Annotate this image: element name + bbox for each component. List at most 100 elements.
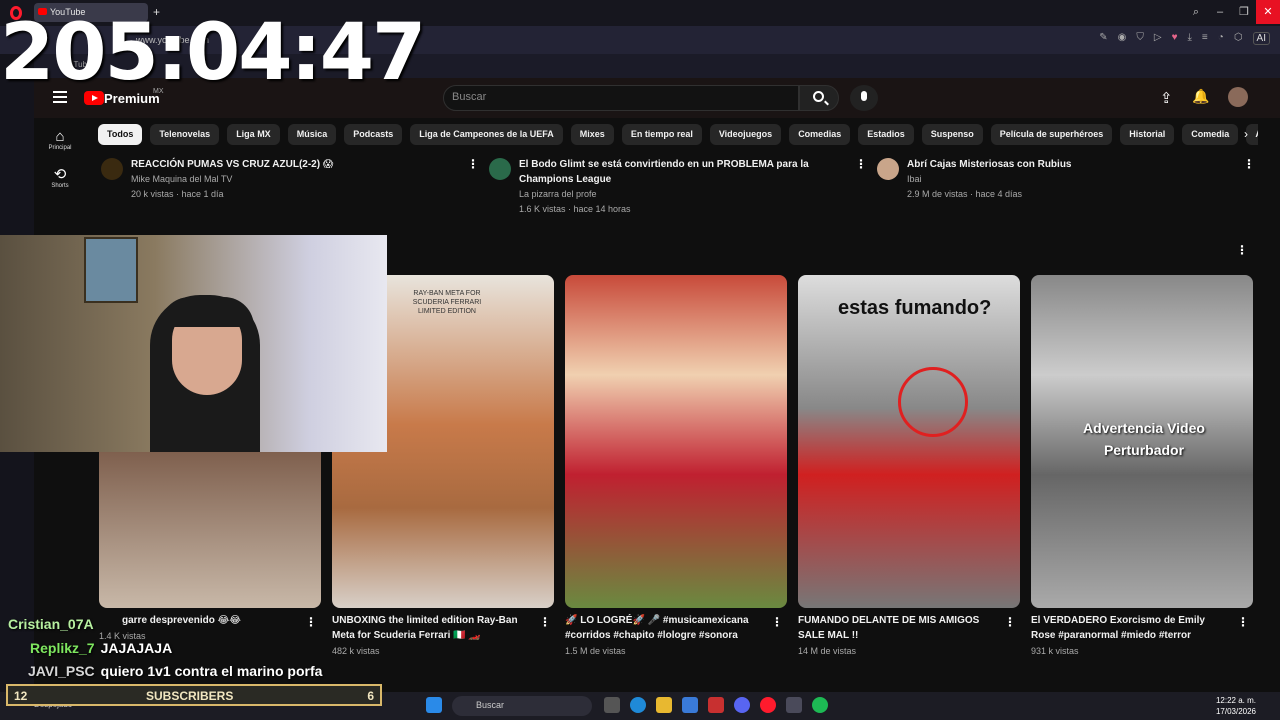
more-options-icon[interactable]: ⋮ [771, 615, 783, 629]
shield-icon[interactable]: ⛉ [1136, 32, 1144, 45]
shorts-more-options-icon[interactable]: ⋮ [1236, 243, 1248, 257]
opera-gx-icon[interactable] [786, 697, 802, 713]
chat-message: Cristian_07A [8, 616, 94, 632]
headset [160, 297, 254, 327]
home-icon: ⌂ [55, 128, 65, 145]
chip-7[interactable]: En tiempo real [621, 124, 702, 145]
upload-icon[interactable]: ⇪ [1160, 89, 1173, 107]
side-nav: ⌂ Principal ⟲ Shorts [40, 128, 80, 203]
short-title[interactable]: 🚀 LO LOGRÉ🚀 🎤 #musicamexicana #corridos … [565, 613, 765, 643]
more-options-icon[interactable]: ⋮ [1004, 615, 1016, 629]
video-title[interactable]: REACCIÓN PUMAS VS CRUZ AZUL(2-2) 😱 [131, 157, 431, 172]
chip-10[interactable]: Estadios [858, 124, 914, 145]
cube-icon[interactable]: ⬡ [1234, 32, 1243, 45]
channel-avatar[interactable] [877, 158, 899, 180]
video-title[interactable]: Abrí Cajas Misteriosas con Rubius [907, 157, 1207, 172]
chip-0[interactable]: Todos [98, 124, 143, 145]
search-input[interactable]: Buscar [443, 85, 799, 111]
folder-icon[interactable] [656, 697, 672, 713]
microphone-button[interactable] [850, 85, 878, 111]
video-title[interactable]: El Bodo Glimt se está convirtiendo en un… [519, 157, 819, 187]
system-clock[interactable]: 12:22 a. m. 17/03/2026 [1216, 695, 1256, 717]
download-icon[interactable]: ⤓ [1188, 32, 1192, 45]
heart-icon[interactable]: ♥ [1172, 32, 1178, 45]
store-icon[interactable] [682, 697, 698, 713]
avatar[interactable] [1228, 87, 1248, 107]
channel-name[interactable]: Ibai [907, 172, 922, 187]
search-button[interactable] [799, 85, 839, 111]
short-title[interactable]: FUMANDO DELANTE DE MIS AMIGOS SALE MAL !… [798, 613, 998, 643]
extension-icons: ✎ ◉ ⛉ ▷ ♥ ⤓ ≡ ◔ ⬡ AI [1099, 32, 1270, 45]
video-meta: 1.6 K vistas · hace 14 horas [519, 204, 631, 214]
nav-label: Principal [48, 145, 72, 151]
menu-icon[interactable]: ≡ [1202, 32, 1208, 45]
chip-12[interactable]: Película de superhéroes [990, 124, 1113, 145]
wall-picture [84, 237, 138, 303]
search-icon [813, 91, 824, 102]
chip-9[interactable]: Comedias [789, 124, 851, 145]
channel-avatar[interactable] [101, 158, 123, 180]
nav-shorts[interactable]: ⟲ Shorts [40, 165, 80, 189]
short-title[interactable]: garre desprevenido 😂😂 [122, 613, 322, 628]
more-options-icon[interactable]: ⋮ [1237, 615, 1249, 629]
bell-icon[interactable]: 🔔 [1192, 88, 1209, 105]
chat-text: JAJAJAJA [100, 640, 173, 656]
user-icon[interactable]: ◔ [1218, 32, 1224, 45]
filter-chips: Todos Telenovelas Liga MX Música Podcasts Lig… [98, 124, 1258, 146]
channel-name[interactable]: La pizarra del profe [519, 187, 597, 202]
short-title[interactable]: El VERDADERO Exorcismo de Emily Rose #pa… [1031, 613, 1231, 643]
nav-home[interactable]: ⌂ Principal [40, 128, 80, 151]
chip-4[interactable]: Podcasts [344, 124, 403, 145]
subscriber-goal-bar: 12 SUBSCRIBERS 6 [6, 684, 382, 706]
chat-username: Cristian_07A [8, 616, 94, 632]
channel-name[interactable]: Mike Maquina del Mal TV [131, 172, 232, 187]
camera-icon[interactable]: ◉ [1118, 32, 1127, 45]
taskbar-apps [426, 697, 442, 713]
play-icon[interactable]: ▷ [1154, 32, 1162, 45]
window-controls: ⌕ – ❐ ✕ [1184, 0, 1280, 24]
restore-button[interactable]: ❐ [1232, 0, 1256, 24]
edge-icon[interactable] [630, 697, 646, 713]
opera-icon[interactable] [760, 697, 776, 713]
subs-left-count: 12 [14, 689, 28, 703]
edit-icon[interactable]: ✎ [1099, 32, 1107, 45]
minimize-button[interactable]: – [1208, 0, 1232, 24]
video-meta: 20 k vistas · hace 1 día [131, 189, 224, 199]
chip-2[interactable]: Liga MX [227, 124, 280, 145]
ai-button[interactable]: AI [1252, 32, 1270, 45]
chat-message: Replikz_7 JAJAJAJA [8, 640, 172, 656]
clock-date: 17/03/2026 [1215, 707, 1256, 716]
search-tabs-icon[interactable]: ⌕ [1184, 0, 1208, 24]
short-thumbnail[interactable] [565, 275, 787, 608]
chip-15[interactable]: Animacic [1246, 124, 1258, 145]
short-meta: 482 k vistas [332, 646, 380, 656]
close-button[interactable]: ✕ [1256, 0, 1280, 24]
short-meta: 931 k vistas [1031, 646, 1079, 656]
chip-3[interactable]: Música [287, 124, 337, 145]
chip-14[interactable]: Comedia [1182, 124, 1239, 145]
more-options-icon[interactable]: ⋮ [539, 615, 551, 629]
more-options-icon[interactable]: ⋮ [1243, 157, 1255, 171]
highlight-circle [898, 367, 968, 437]
chip-11[interactable]: Suspenso [921, 124, 983, 145]
chip-8[interactable]: Videojuegos [709, 124, 782, 145]
chevron-right-icon[interactable]: › [1244, 127, 1248, 141]
spotify-icon[interactable] [812, 697, 828, 713]
more-options-icon[interactable]: ⋮ [855, 157, 867, 171]
short-thumbnail[interactable]: estas fumando? [798, 275, 1020, 608]
more-options-icon[interactable]: ⋮ [305, 615, 317, 629]
chip-5[interactable]: Liga de Campeones de la UEFA [410, 124, 563, 145]
discord-icon[interactable] [734, 697, 750, 713]
thumbnail-text: Advertencia Video Perturbador [1083, 420, 1205, 458]
app-icon[interactable] [708, 697, 724, 713]
chip-1[interactable]: Telenovelas [150, 124, 220, 145]
short-title[interactable]: UNBOXING the limited edition Ray-Ban Met… [332, 613, 532, 643]
more-options-icon[interactable]: ⋮ [467, 157, 479, 171]
short-thumbnail[interactable]: Advertencia Video Perturbador [1031, 275, 1253, 608]
chip-13[interactable]: Historial [1120, 124, 1175, 145]
taskbar-search[interactable]: Buscar [452, 696, 592, 716]
windows-start-icon[interactable] [426, 697, 442, 713]
chip-6[interactable]: Mixes [570, 124, 614, 145]
task-view-icon[interactable] [604, 697, 620, 713]
channel-avatar[interactable] [489, 158, 511, 180]
